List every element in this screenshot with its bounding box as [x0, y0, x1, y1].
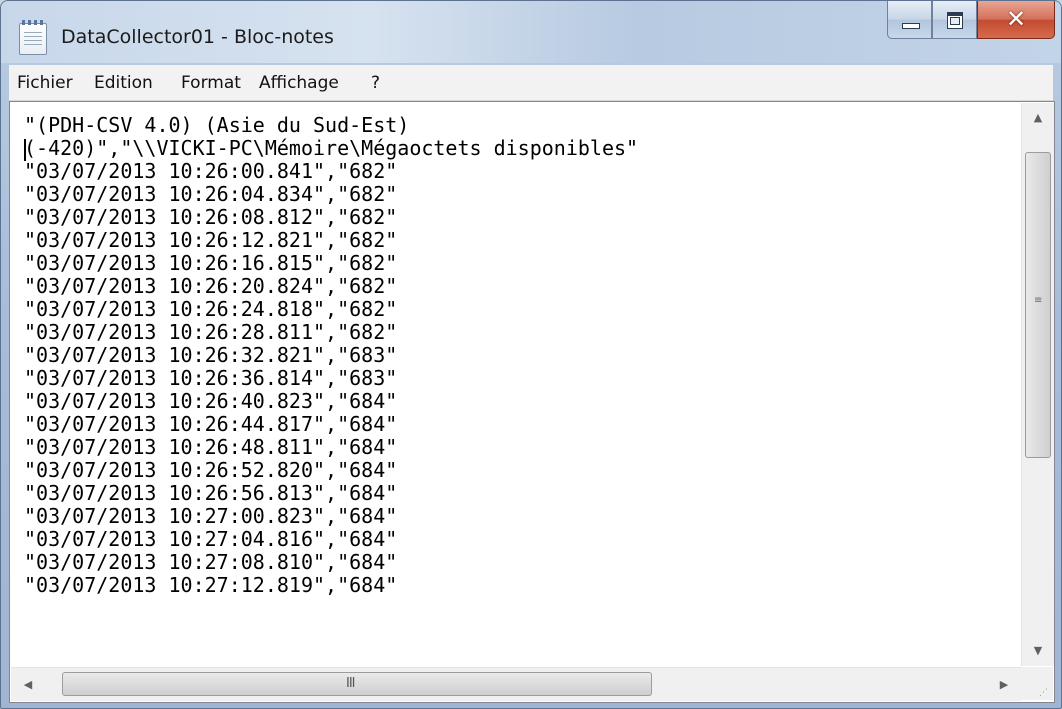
scrollbar-corner: ⋰ — [1021, 667, 1053, 700]
caption-buttons: ✕ — [887, 1, 1055, 41]
document-line[interactable]: "03/07/2013 10:26:56.813","684" — [24, 482, 1014, 505]
scroll-down-button[interactable]: ▼ — [1022, 636, 1054, 666]
minimize-button[interactable] — [887, 1, 932, 39]
document-line[interactable]: "03/07/2013 10:27:08.810","684" — [24, 551, 1014, 574]
chevron-down-icon: ▼ — [1033, 644, 1043, 657]
scroll-grip-icon: III — [346, 676, 355, 691]
scroll-up-button[interactable]: ▲ — [1022, 103, 1054, 133]
menu-affichage[interactable]: Affichage — [259, 73, 339, 93]
document-line[interactable]: "03/07/2013 10:27:00.823","684" — [24, 505, 1014, 528]
text-editor[interactable]: "(PDH-CSV 4.0) (Asie du Sud-Est) (-420)",… — [9, 101, 1055, 703]
menu-help[interactable]: ? — [371, 73, 380, 93]
document-line[interactable]: "03/07/2013 10:26:28.811","682" — [24, 321, 1014, 344]
document-line[interactable]: "03/07/2013 10:26:32.821","683" — [24, 344, 1014, 367]
notepad-icon[interactable] — [19, 20, 47, 55]
document-line[interactable]: "03/07/2013 10:26:00.841","682" — [24, 160, 1014, 183]
vertical-scroll-thumb[interactable]: ≡ — [1025, 152, 1051, 458]
menu-fichier[interactable]: Fichier — [17, 73, 73, 93]
chevron-up-icon: ▲ — [1033, 111, 1043, 124]
scroll-left-button[interactable]: ◀ — [13, 668, 43, 701]
document-line[interactable]: "03/07/2013 10:26:52.820","684" — [24, 459, 1014, 482]
document-line[interactable]: (-420)","\\VICKI-PC\Mémoire\Mégaoctets d… — [24, 137, 1014, 160]
scroll-right-button[interactable]: ▶ — [989, 668, 1019, 701]
document-line[interactable]: "03/07/2013 10:26:36.814","683" — [24, 367, 1014, 390]
scroll-grip-icon: ≡ — [1034, 295, 1043, 306]
document-line[interactable]: "03/07/2013 10:27:12.819","684" — [24, 574, 1014, 597]
size-grip-icon[interactable]: ⋰ — [1039, 689, 1048, 698]
notepad-window: DataCollector01 - Bloc-notes ✕ Fichier E… — [0, 0, 1062, 709]
vertical-scrollbar[interactable]: ▲ ≡ ▼ — [1021, 103, 1054, 666]
document-text[interactable]: "(PDH-CSV 4.0) (Asie du Sud-Est) (-420)",… — [24, 114, 1014, 662]
document-line[interactable]: "03/07/2013 10:26:16.815","682" — [24, 252, 1014, 275]
maximize-button[interactable] — [932, 1, 977, 39]
horizontal-scrollbar[interactable]: ◀ III ▶ — [11, 667, 1021, 701]
document-line[interactable]: "03/07/2013 10:27:04.816","684" — [24, 528, 1014, 551]
document-line[interactable]: "03/07/2013 10:26:08.812","682" — [24, 206, 1014, 229]
chevron-left-icon: ◀ — [23, 678, 33, 691]
chevron-right-icon: ▶ — [999, 678, 1009, 691]
document-line[interactable]: "03/07/2013 10:26:04.834","682" — [24, 183, 1014, 206]
menu-bar: Fichier Edition Format Affichage ? — [9, 65, 1053, 101]
document-line[interactable]: "03/07/2013 10:26:48.811","684" — [24, 436, 1014, 459]
window-title: DataCollector01 - Bloc-notes — [61, 26, 334, 48]
menu-format[interactable]: Format — [181, 73, 241, 93]
maximize-icon — [947, 12, 963, 29]
close-button[interactable]: ✕ — [977, 1, 1055, 39]
document-line[interactable]: "03/07/2013 10:26:44.817","684" — [24, 413, 1014, 436]
document-line[interactable]: "(PDH-CSV 4.0) (Asie du Sud-Est) — [24, 114, 1014, 137]
document-line[interactable]: "03/07/2013 10:26:20.824","682" — [24, 275, 1014, 298]
close-icon: ✕ — [1005, 5, 1027, 33]
document-line[interactable]: "03/07/2013 10:26:40.823","684" — [24, 390, 1014, 413]
text-caret — [24, 139, 26, 161]
document-line[interactable]: "03/07/2013 10:26:24.818","682" — [24, 298, 1014, 321]
minimize-icon — [902, 23, 920, 29]
title-bar[interactable]: DataCollector01 - Bloc-notes ✕ — [1, 1, 1061, 63]
horizontal-scroll-thumb[interactable]: III — [62, 672, 652, 696]
menu-edition[interactable]: Edition — [94, 73, 153, 93]
document-line[interactable]: "03/07/2013 10:26:12.821","682" — [24, 229, 1014, 252]
